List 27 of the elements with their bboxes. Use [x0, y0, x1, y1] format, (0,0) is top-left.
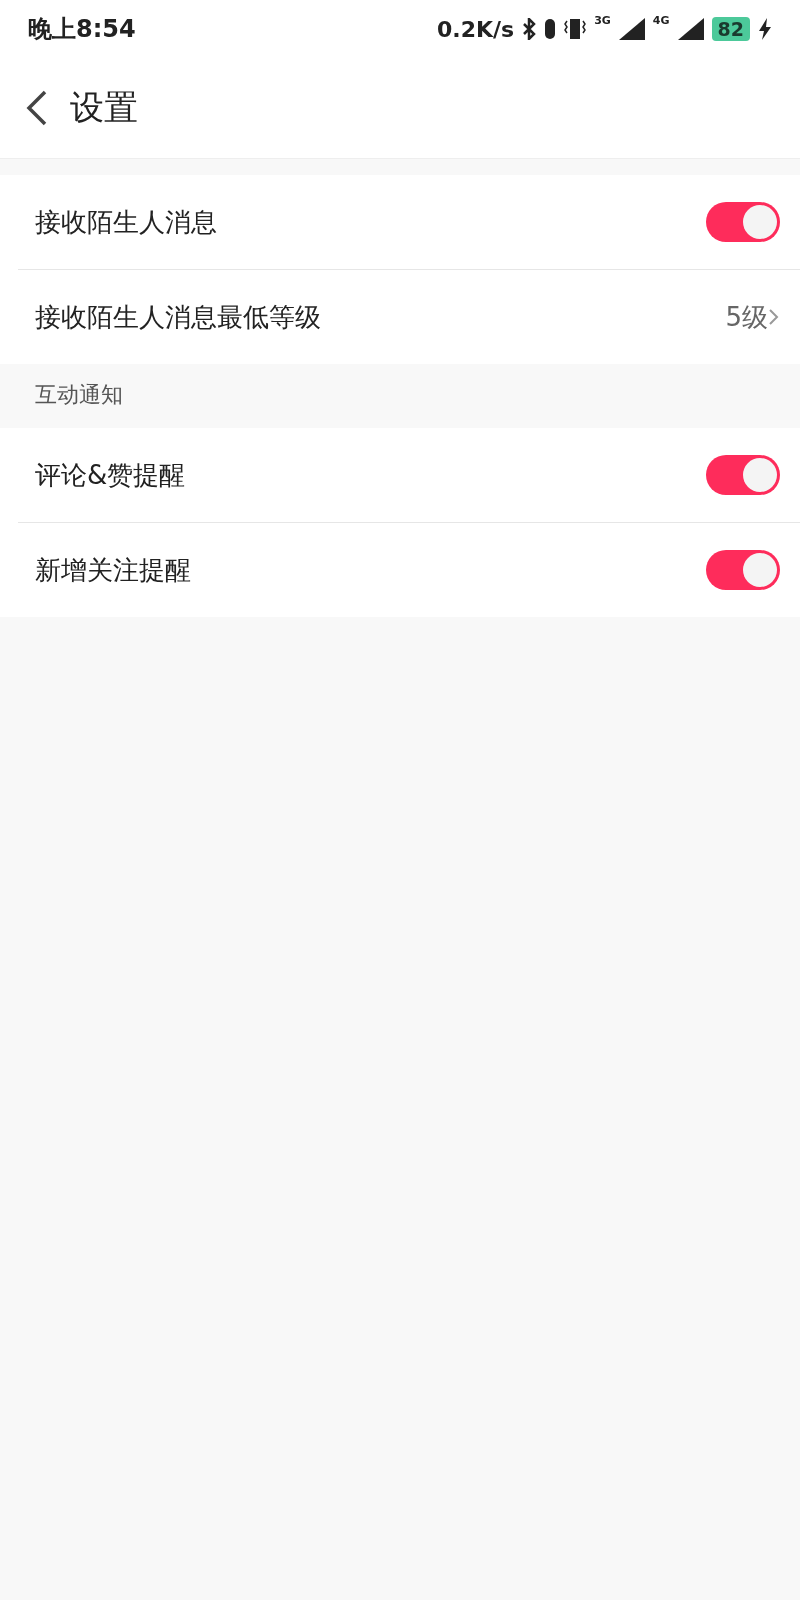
settings-row[interactable]: 新增关注提醒	[18, 522, 800, 617]
battery-level: 82	[711, 17, 750, 41]
network-type: 4G	[652, 14, 670, 27]
vibrate-icon	[564, 18, 587, 40]
settings-row[interactable]: 接收陌生人消息最低等级 5级	[18, 269, 800, 364]
settings-row[interactable]: 评论&赞提醒	[18, 428, 800, 522]
section-header: 互动通知	[34, 381, 124, 409]
setting-value: 5级	[725, 300, 768, 334]
signal-icon	[618, 18, 645, 40]
network-type: 3G	[594, 14, 611, 27]
toggle-switch[interactable]	[706, 202, 780, 242]
setting-label: 新增关注提醒	[35, 553, 192, 587]
network-speed: 0.2K/s	[437, 16, 515, 42]
back-icon	[26, 90, 48, 126]
alarm-icon	[544, 18, 557, 40]
signal-icon	[677, 18, 704, 40]
setting-label: 评论&赞提醒	[35, 458, 187, 492]
bluetooth-icon	[522, 18, 537, 40]
setting-label: 接收陌生人消息	[35, 205, 218, 239]
setting-label: 接收陌生人消息最低等级	[35, 300, 322, 334]
toggle-switch[interactable]	[706, 550, 780, 590]
page-title: 设置	[70, 86, 138, 129]
status-time: 晚上8:54	[28, 14, 137, 45]
toggle-switch[interactable]	[706, 455, 780, 495]
settings-row[interactable]: 接收陌生人消息	[18, 175, 800, 269]
chevron-right-icon	[768, 308, 780, 326]
charging-icon	[758, 18, 772, 40]
